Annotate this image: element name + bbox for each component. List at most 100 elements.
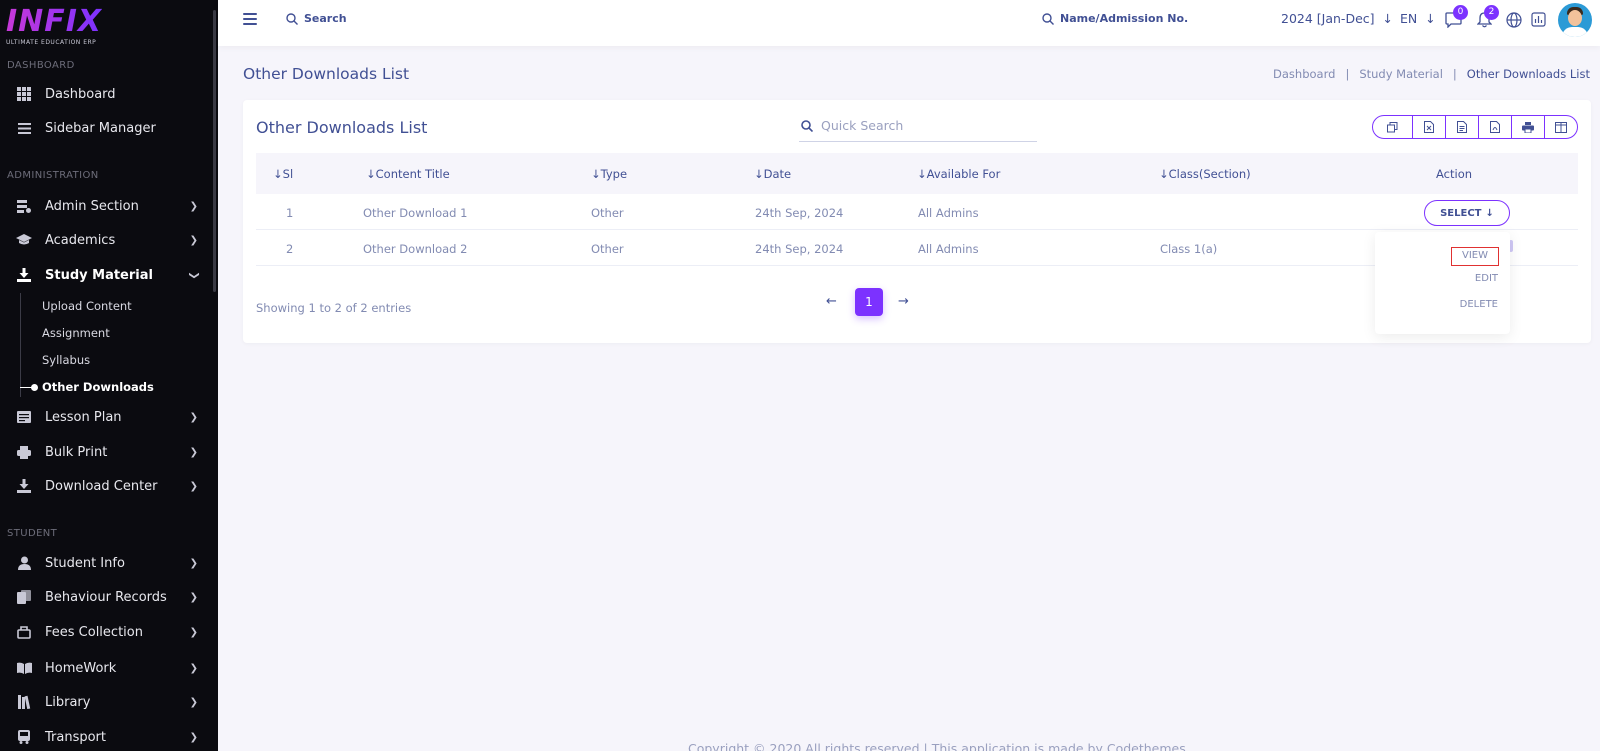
- chevron-right-icon: ❯: [189, 731, 198, 743]
- breadcrumb-study-material[interactable]: Study Material: [1359, 67, 1443, 81]
- sidebar-item-student-info[interactable]: Student Info ❯: [0, 549, 214, 577]
- sort-arrow-icon: ↓: [754, 167, 764, 181]
- submenu-line: [20, 293, 21, 397]
- sidebar: INFIX ULTIMATE EDUCATION ERP DASHBOARD D…: [0, 0, 218, 751]
- search-icon: [286, 12, 298, 25]
- column-header-available-for[interactable]: ↓Available For: [917, 167, 1000, 181]
- language-value: EN: [1400, 11, 1418, 26]
- column-header-type[interactable]: ↓Type: [591, 167, 627, 181]
- search-icon: [1042, 12, 1054, 25]
- select-action-button[interactable]: SELECT ↓: [1424, 200, 1510, 226]
- cell-available-for: All Admins: [918, 206, 979, 220]
- sidebar-item-label: Academics: [45, 232, 116, 248]
- sidebar-item-download-center[interactable]: Download Center ❯: [0, 472, 214, 500]
- top-bar: Search Name/Admission No. 2024 [Jan-Dec]…: [218, 0, 1600, 46]
- sidebar-item-label: Behaviour Records: [45, 589, 167, 605]
- copy-button[interactable]: [1373, 116, 1412, 138]
- submenu-item-other-downloads[interactable]: Other Downloads: [42, 380, 154, 394]
- breadcrumb: Dashboard | Study Material | Other Downl…: [1273, 67, 1590, 81]
- dropdown-item-edit[interactable]: EDIT: [1475, 273, 1498, 284]
- pdf-button[interactable]: [1477, 116, 1511, 138]
- sidebar-item-academics[interactable]: Academics ❯: [0, 226, 214, 254]
- sidebar-item-sidebar-manager[interactable]: Sidebar Manager: [0, 114, 214, 142]
- sidebar-item-label: HomeWork: [45, 660, 117, 676]
- page-title: Other Downloads List: [243, 65, 410, 83]
- language-select[interactable]: EN ↓: [1400, 11, 1436, 26]
- hamburger-menu-icon[interactable]: [243, 13, 257, 28]
- logo[interactable]: INFIX ULTIMATE EDUCATION ERP: [6, 6, 102, 47]
- chevron-right-icon: ❯: [189, 591, 198, 603]
- sidebar-item-fees-collection[interactable]: Fees Collection ❯: [0, 618, 214, 646]
- user-avatar[interactable]: [1558, 3, 1592, 37]
- column-header-class-section[interactable]: ↓Class(Section): [1159, 167, 1251, 181]
- download-icon: [16, 267, 32, 283]
- breadcrumb-dashboard[interactable]: Dashboard: [1273, 67, 1335, 81]
- sidebar-item-library[interactable]: Library ❯: [0, 688, 214, 716]
- user-icon: [16, 555, 32, 571]
- cell-content-title: Other Download 1: [363, 206, 468, 220]
- quick-search-input[interactable]: Quick Search: [799, 110, 1037, 142]
- column-header-content-title[interactable]: ↓Content Title: [366, 167, 450, 181]
- column-header-sl[interactable]: ↓Sl: [273, 167, 293, 181]
- chevron-right-icon: ❯: [189, 200, 198, 212]
- excel-button[interactable]: [1411, 116, 1445, 138]
- sidebar-item-label: Bulk Print: [45, 444, 108, 460]
- sidebar-item-transport[interactable]: Transport ❯: [0, 723, 214, 751]
- sidebar-item-admin-section[interactable]: Admin Section ❯: [0, 192, 214, 220]
- dropdown-item-view[interactable]: VIEW: [1451, 247, 1499, 266]
- action-dropdown-menu: VIEW EDIT DELETE: [1375, 232, 1510, 334]
- chart-icon: [1530, 12, 1546, 27]
- quick-search-placeholder: Quick Search: [821, 118, 904, 133]
- dropdown-item-delete[interactable]: DELETE: [1460, 299, 1498, 310]
- columns-button[interactable]: [1543, 116, 1577, 138]
- csv-button[interactable]: [1444, 116, 1478, 138]
- sidebar-item-label: Fees Collection: [45, 624, 143, 640]
- sort-arrow-icon: ↓: [1159, 167, 1169, 181]
- sidebar-item-label: Study Material: [45, 267, 153, 283]
- chevron-right-icon: ❯: [189, 480, 198, 492]
- pagination-page-current[interactable]: 1: [855, 288, 883, 316]
- sidebar-item-lesson-plan[interactable]: Lesson Plan ❯: [0, 403, 214, 431]
- website-button[interactable]: [1505, 12, 1523, 30]
- section-label-dashboard: DASHBOARD: [7, 60, 75, 71]
- breadcrumb-current: Other Downloads List: [1466, 67, 1590, 81]
- chevron-right-icon: ❯: [189, 557, 198, 569]
- sidebar-item-label: Library: [45, 694, 91, 710]
- table-header: ↓Sl ↓Content Title ↓Type ↓Date ↓Availabl…: [256, 153, 1578, 194]
- chevron-right-icon: ❯: [189, 446, 198, 458]
- print-button[interactable]: [1510, 116, 1544, 138]
- download-icon: [16, 478, 32, 494]
- sidebar-item-label: Sidebar Manager: [45, 120, 156, 136]
- admission-search[interactable]: Name/Admission No.: [1042, 12, 1188, 25]
- pagination-prev-arrow-icon[interactable]: ←: [826, 294, 837, 309]
- cell-date: 24th Sep, 2024: [755, 242, 844, 256]
- submenu-item-syllabus[interactable]: Syllabus: [42, 353, 90, 367]
- sidebar-item-homework[interactable]: HomeWork ❯: [0, 654, 214, 682]
- submenu-active-dot: [31, 384, 38, 391]
- sidebar-item-dashboard[interactable]: Dashboard: [0, 80, 214, 108]
- top-search[interactable]: Search: [286, 12, 347, 25]
- sidebar-item-bulk-print[interactable]: Bulk Print ❯: [0, 438, 214, 466]
- bus-icon: [16, 729, 32, 745]
- chevron-down-icon: ❯: [188, 270, 200, 280]
- sidebar-item-behaviour-records[interactable]: Behaviour Records ❯: [0, 583, 214, 611]
- pdf-file-icon: [1489, 121, 1500, 133]
- submenu-item-assignment[interactable]: Assignment: [42, 326, 110, 340]
- academic-year-select[interactable]: 2024 [Jan-Dec] ↓: [1281, 11, 1393, 26]
- column-header-date[interactable]: ↓Date: [754, 167, 791, 181]
- column-header-action: Action: [1436, 167, 1473, 181]
- pagination-next-arrow-icon[interactable]: →: [898, 294, 909, 309]
- sort-arrow-icon: ↓: [917, 167, 927, 181]
- chevron-right-icon: ❯: [189, 696, 198, 708]
- fees-icon: [16, 624, 32, 640]
- admission-search-label: Name/Admission No.: [1060, 12, 1189, 25]
- messages-count-badge: 0: [1453, 5, 1468, 20]
- cell-available-for: All Admins: [918, 242, 979, 256]
- admin-icon: [16, 198, 32, 214]
- cell-date: 24th Sep, 2024: [755, 206, 844, 220]
- submenu-item-upload-content[interactable]: Upload Content: [42, 299, 132, 313]
- sidebar-item-study-material[interactable]: Study Material ❯: [0, 261, 214, 289]
- cell-content-title: Other Download 2: [363, 242, 468, 256]
- reports-button[interactable]: [1529, 12, 1547, 30]
- breadcrumb-separator: |: [1452, 67, 1457, 81]
